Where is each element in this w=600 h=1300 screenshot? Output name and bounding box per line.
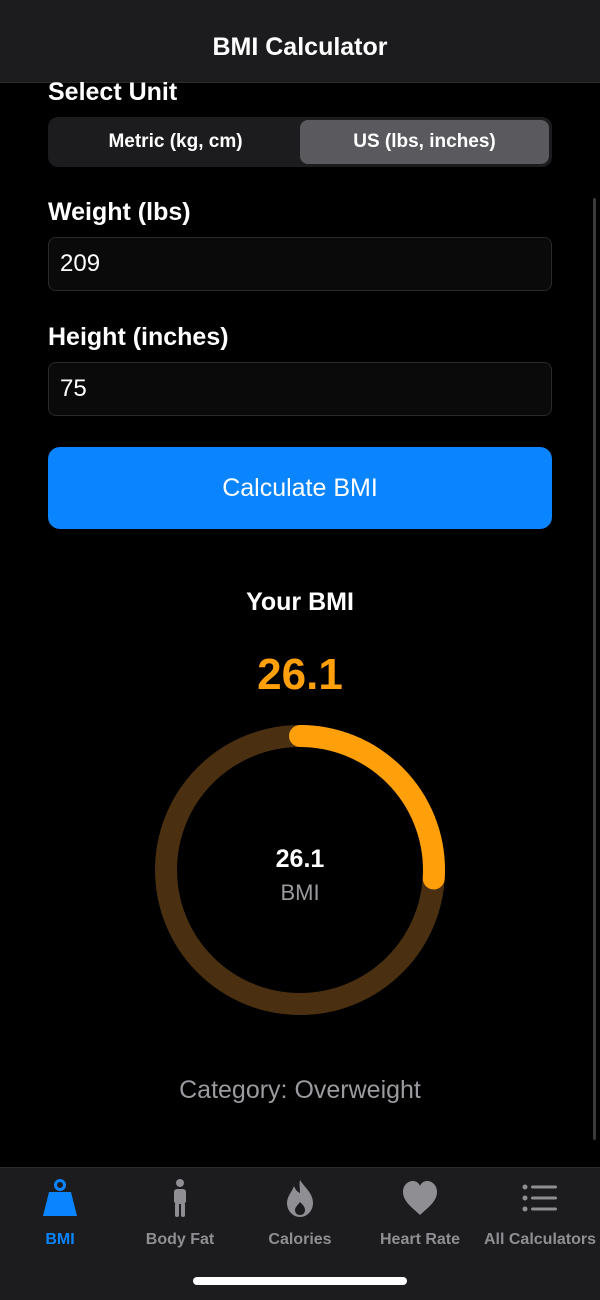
tab-all-calculators[interactable]: All Calculators: [480, 1168, 600, 1268]
scrollbar[interactable]: [593, 198, 596, 1140]
list-icon: [522, 1184, 557, 1212]
height-label: Height (inches): [48, 323, 229, 351]
height-input[interactable]: 75: [48, 362, 552, 416]
tab-label-heart-rate: Heart Rate: [379, 1231, 461, 1248]
nav-bar: BMI Calculator: [0, 0, 600, 83]
page-title: BMI Calculator: [212, 32, 388, 61]
gauge-center-unit: BMI: [280, 880, 320, 905]
person-icon: [174, 1179, 186, 1217]
bmi-result-value: 26.1: [257, 650, 343, 699]
result-title: Your BMI: [246, 588, 354, 616]
tab-heart-rate[interactable]: Heart Rate: [360, 1168, 480, 1268]
calculate-bmi-button[interactable]: Calculate BMI: [48, 447, 552, 529]
unit-section-label: Select Unit: [48, 78, 178, 106]
unit-option-us[interactable]: US (lbs, inches): [300, 120, 549, 164]
tab-calories[interactable]: Calories: [240, 1168, 360, 1268]
weight-icon: [43, 1179, 77, 1216]
heart-icon: [403, 1181, 437, 1215]
tab-label-bmi: BMI: [45, 1231, 75, 1248]
home-indicator[interactable]: [193, 1277, 407, 1285]
weight-input[interactable]: 209: [48, 237, 552, 291]
tab-label-body-fat: Body Fat: [145, 1231, 215, 1248]
unit-option-metric[interactable]: Metric (kg, cm): [51, 120, 300, 164]
tab-label-calories: Calories: [268, 1231, 332, 1248]
tab-body-fat[interactable]: Body Fat: [120, 1168, 240, 1268]
bmi-category: Category: Overweight: [179, 1076, 421, 1104]
tab-bmi[interactable]: BMI: [0, 1168, 120, 1268]
weight-label: Weight (lbs): [48, 198, 191, 226]
gauge-center-value: 26.1: [275, 845, 325, 873]
flame-icon: [287, 1180, 313, 1217]
tab-label-all-calculators: All Calculators: [483, 1231, 597, 1248]
unit-segmented-control[interactable]: Metric (kg, cm) US (lbs, inches): [48, 117, 552, 167]
